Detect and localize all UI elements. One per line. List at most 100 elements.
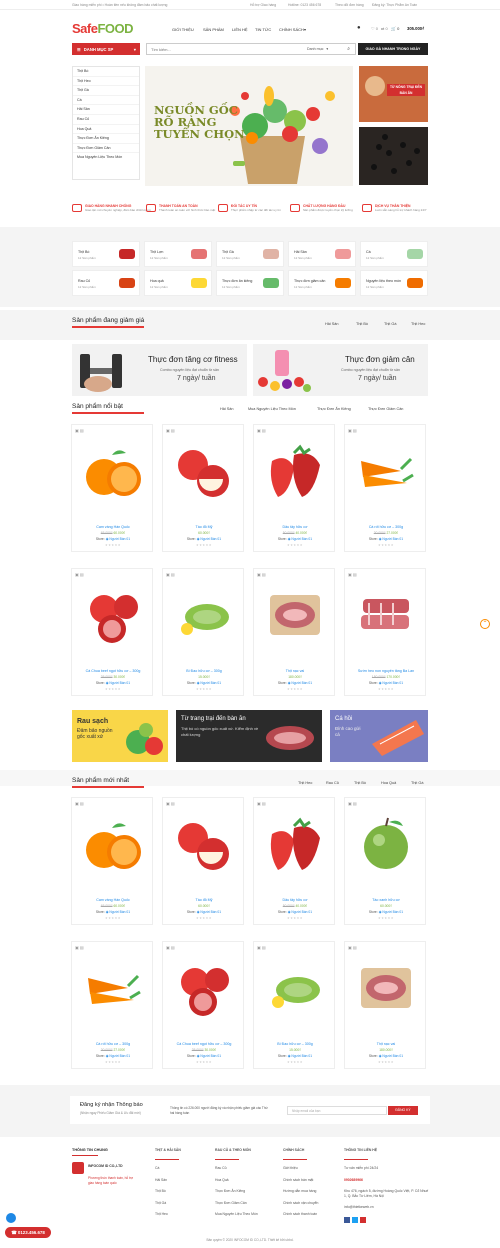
footer-link[interactable]: Thực Đơn Giảm Cân [215,1201,275,1206]
tab-beef[interactable]: Thịt Bò [356,322,368,326]
footer-link[interactable]: Cá [155,1166,215,1171]
newsletter-subscribe-button[interactable]: ĐĂNG KÝ [388,1106,418,1115]
sidebar-item-vegetables[interactable]: Rau Củ [73,115,139,125]
footer-link[interactable]: Thịt Heo [155,1212,215,1217]
category-card[interactable]: Hải Sản 12 Sản phẩm [288,241,356,267]
product-name[interactable]: Táo xanh hữu cơ [345,898,427,902]
product-name[interactable]: Dâu tây hữu cơ [254,525,336,529]
product-card[interactable]: ▣ ▤ Cà Chua beef ngọt hữu cơ – 300g 35.0… [162,941,244,1069]
search-category-select[interactable]: Danh mục [307,47,323,51]
sidebar-item-fruits[interactable]: Hoa Quả [73,125,139,135]
sidebar-item-chicken[interactable]: Thịt Gà [73,86,139,96]
seller-link[interactable]: ◉ Người Bán 01 [288,910,312,914]
product-image[interactable] [173,958,235,1020]
chat-icon[interactable] [6,1213,16,1223]
promo-weightloss[interactable]: Thực đơn giảm cân Combo nguyên liệu đạt … [253,344,428,396]
footer-link[interactable]: Chính sách bán mặt [283,1178,343,1183]
seller-link[interactable]: ◉ Người Bán 01 [197,681,221,685]
product-name[interactable]: Cam vàng Hàn Quốc [72,898,154,902]
compare-icon[interactable]: ▣ ▤ [257,945,266,950]
tab-chicken[interactable]: Thịt Gà [411,781,423,785]
footer-link[interactable]: Hoa Quả [215,1178,275,1183]
nav-about[interactable]: GIỚI THIỆU [172,27,194,32]
tab-seafood[interactable]: Hải Sản [325,322,339,326]
footer-link[interactable]: Hướng dẫn mua hàng [283,1189,343,1194]
nav-news[interactable]: TIN TỨC [255,27,271,32]
nav-policy[interactable]: CHÍNH SÁCH [279,27,304,32]
twitter-icon[interactable] [352,1216,358,1223]
tab-weightloss-menu[interactable]: Thực Đơn Giảm Cân [368,407,403,411]
seller-link[interactable]: ◉ Người Bán 01 [379,537,403,541]
seller-link[interactable]: ◉ Người Bán 01 [288,537,312,541]
product-image[interactable] [264,585,326,647]
top-bar-support[interactable]: Hỗ trợ Giao hàng [250,3,276,7]
product-image[interactable] [355,814,417,876]
footer-link[interactable]: Chính sách thanh toán [283,1212,343,1217]
seller-link[interactable]: ◉ Người Bán 01 [197,1054,221,1058]
tab-fruits[interactable]: Hoa Quả [381,781,396,785]
category-card[interactable]: Cá 12 Sản phẩm [360,241,428,267]
delivery-button[interactable]: GIAO GÀ NHANH TRONG NGÀY [358,43,428,55]
product-card[interactable]: ▣ ▤ Táo đỏ Mỹ 60.000₫ Store: ◉ Người Bán… [162,424,244,552]
top-bar-register[interactable]: Đăng ký: Thực Phẩm An Toàn [372,3,417,7]
product-card[interactable]: ▣ ▤ Táo đỏ Mỹ 60.000₫ Store: ◉ Người Bán… [162,797,244,925]
footer-link[interactable]: Thịt Gà [155,1201,215,1206]
compare-icon[interactable]: ▣ ▤ [166,945,175,950]
product-image[interactable] [355,441,417,503]
product-image[interactable] [355,585,417,647]
search-input[interactable] [151,46,301,52]
product-card[interactable]: ▣ ▤ Cà rốt hữu cơ – 300g 30.000₫ 27.000₫… [71,941,153,1069]
footer-link[interactable]: Thịt Bò [155,1189,215,1194]
product-card[interactable]: ▣ ▤ Dâu tây hữu cơ 50.000₫ 40.000₫ Store… [253,424,335,552]
footer-link[interactable]: Chính sách vận chuyển [283,1201,343,1206]
product-name[interactable]: Cam vàng Hàn Quốc [72,525,154,529]
product-image[interactable] [264,441,326,503]
product-name[interactable]: Táo đỏ Mỹ [163,525,245,529]
footer-link[interactable]: Rau Củ [215,1166,275,1171]
compare-icon[interactable]: ⇄ 0 [381,26,388,31]
category-card[interactable]: Thịt Lợn 12 Sản phẩm [144,241,212,267]
compare-icon[interactable]: ▣ ▤ [166,572,175,577]
tab-ingredients[interactable]: Mua Nguyên Liệu Theo Món [248,407,296,411]
footer-link[interactable]: Giới thiệu [283,1166,343,1171]
newsletter-email-input[interactable]: Nhập email của bạn [287,1106,387,1115]
product-card[interactable]: ▣ ▤ Sườn heo non nguyên tảng Ba Lan 180.… [344,568,426,696]
youtube-icon[interactable] [360,1216,366,1223]
tab-beef[interactable]: Thịt Bò [354,781,366,785]
product-image[interactable] [264,814,326,876]
sidebar-item-fish[interactable]: Cá [73,96,139,106]
tab-diet-menu[interactable]: Thực Đơn Ăn Kiêng [317,407,351,411]
sidebar-item-pork[interactable]: Thịt Heo [73,77,139,87]
product-card[interactable]: ▣ ▤ Bí Đao hữu cơ – 300g 15.000₫ Store: … [162,568,244,696]
seller-link[interactable]: ◉ Người Bán 01 [106,910,130,914]
user-icon[interactable]: ● [357,25,361,31]
category-card[interactable]: Rau Củ 12 Sản phẩm [72,270,140,296]
category-card[interactable]: Thịt Gà 12 Sản phẩm [216,241,284,267]
sidebar-item-ingredients[interactable]: Mua Nguyên Liệu Theo Món [73,153,139,163]
product-image[interactable] [173,441,235,503]
side-banner-farm[interactable]: TỪ NÔNG TRẠI ĐẾN BÀN ĂN [359,66,428,122]
hero-banner[interactable]: NGUỒN GỐC RÕ RÀNG TUYỂN CHỌN [145,66,353,186]
scroll-up-icon[interactable]: ⌃ [480,619,490,629]
mid-banner-beef[interactable]: Từ trang trại đến bàn ăn Thịt bò có nguồ… [176,710,322,762]
compare-icon[interactable]: ▣ ▤ [75,428,84,433]
product-name[interactable]: Cà rốt hữu cơ – 300g [72,1042,154,1046]
hotline-button[interactable]: ☎ 0123.456.678 [5,1227,51,1238]
nav-contact[interactable]: LIÊN HỆ [232,27,248,32]
product-name[interactable]: Thịt nạc vai [345,1042,427,1046]
top-bar-track[interactable]: Theo dõi đơn hàng [335,3,364,7]
compare-icon[interactable]: ▣ ▤ [348,945,357,950]
compare-icon[interactable]: ▣ ▤ [257,801,266,806]
tab-vegetables[interactable]: Rau Củ [326,781,339,785]
product-image[interactable] [82,585,144,647]
compare-icon[interactable]: ▣ ▤ [348,572,357,577]
footer-link[interactable]: Tư vấn miễn phí 24/24 [344,1166,430,1171]
seller-link[interactable]: ◉ Người Bán 01 [106,681,130,685]
product-card[interactable]: ▣ ▤ Dâu tây hữu cơ 50.000₫ 40.000₫ Store… [253,797,335,925]
compare-icon[interactable]: ▣ ▤ [166,428,175,433]
seller-link[interactable]: ◉ Người Bán 01 [379,910,403,914]
compare-icon[interactable]: ▣ ▤ [348,428,357,433]
product-image[interactable] [173,814,235,876]
product-name[interactable]: Thịt nạc vai [254,669,336,673]
product-card[interactable]: ▣ ▤ Cà Chua beef ngọt hữu cơ – 300g 35.0… [71,568,153,696]
